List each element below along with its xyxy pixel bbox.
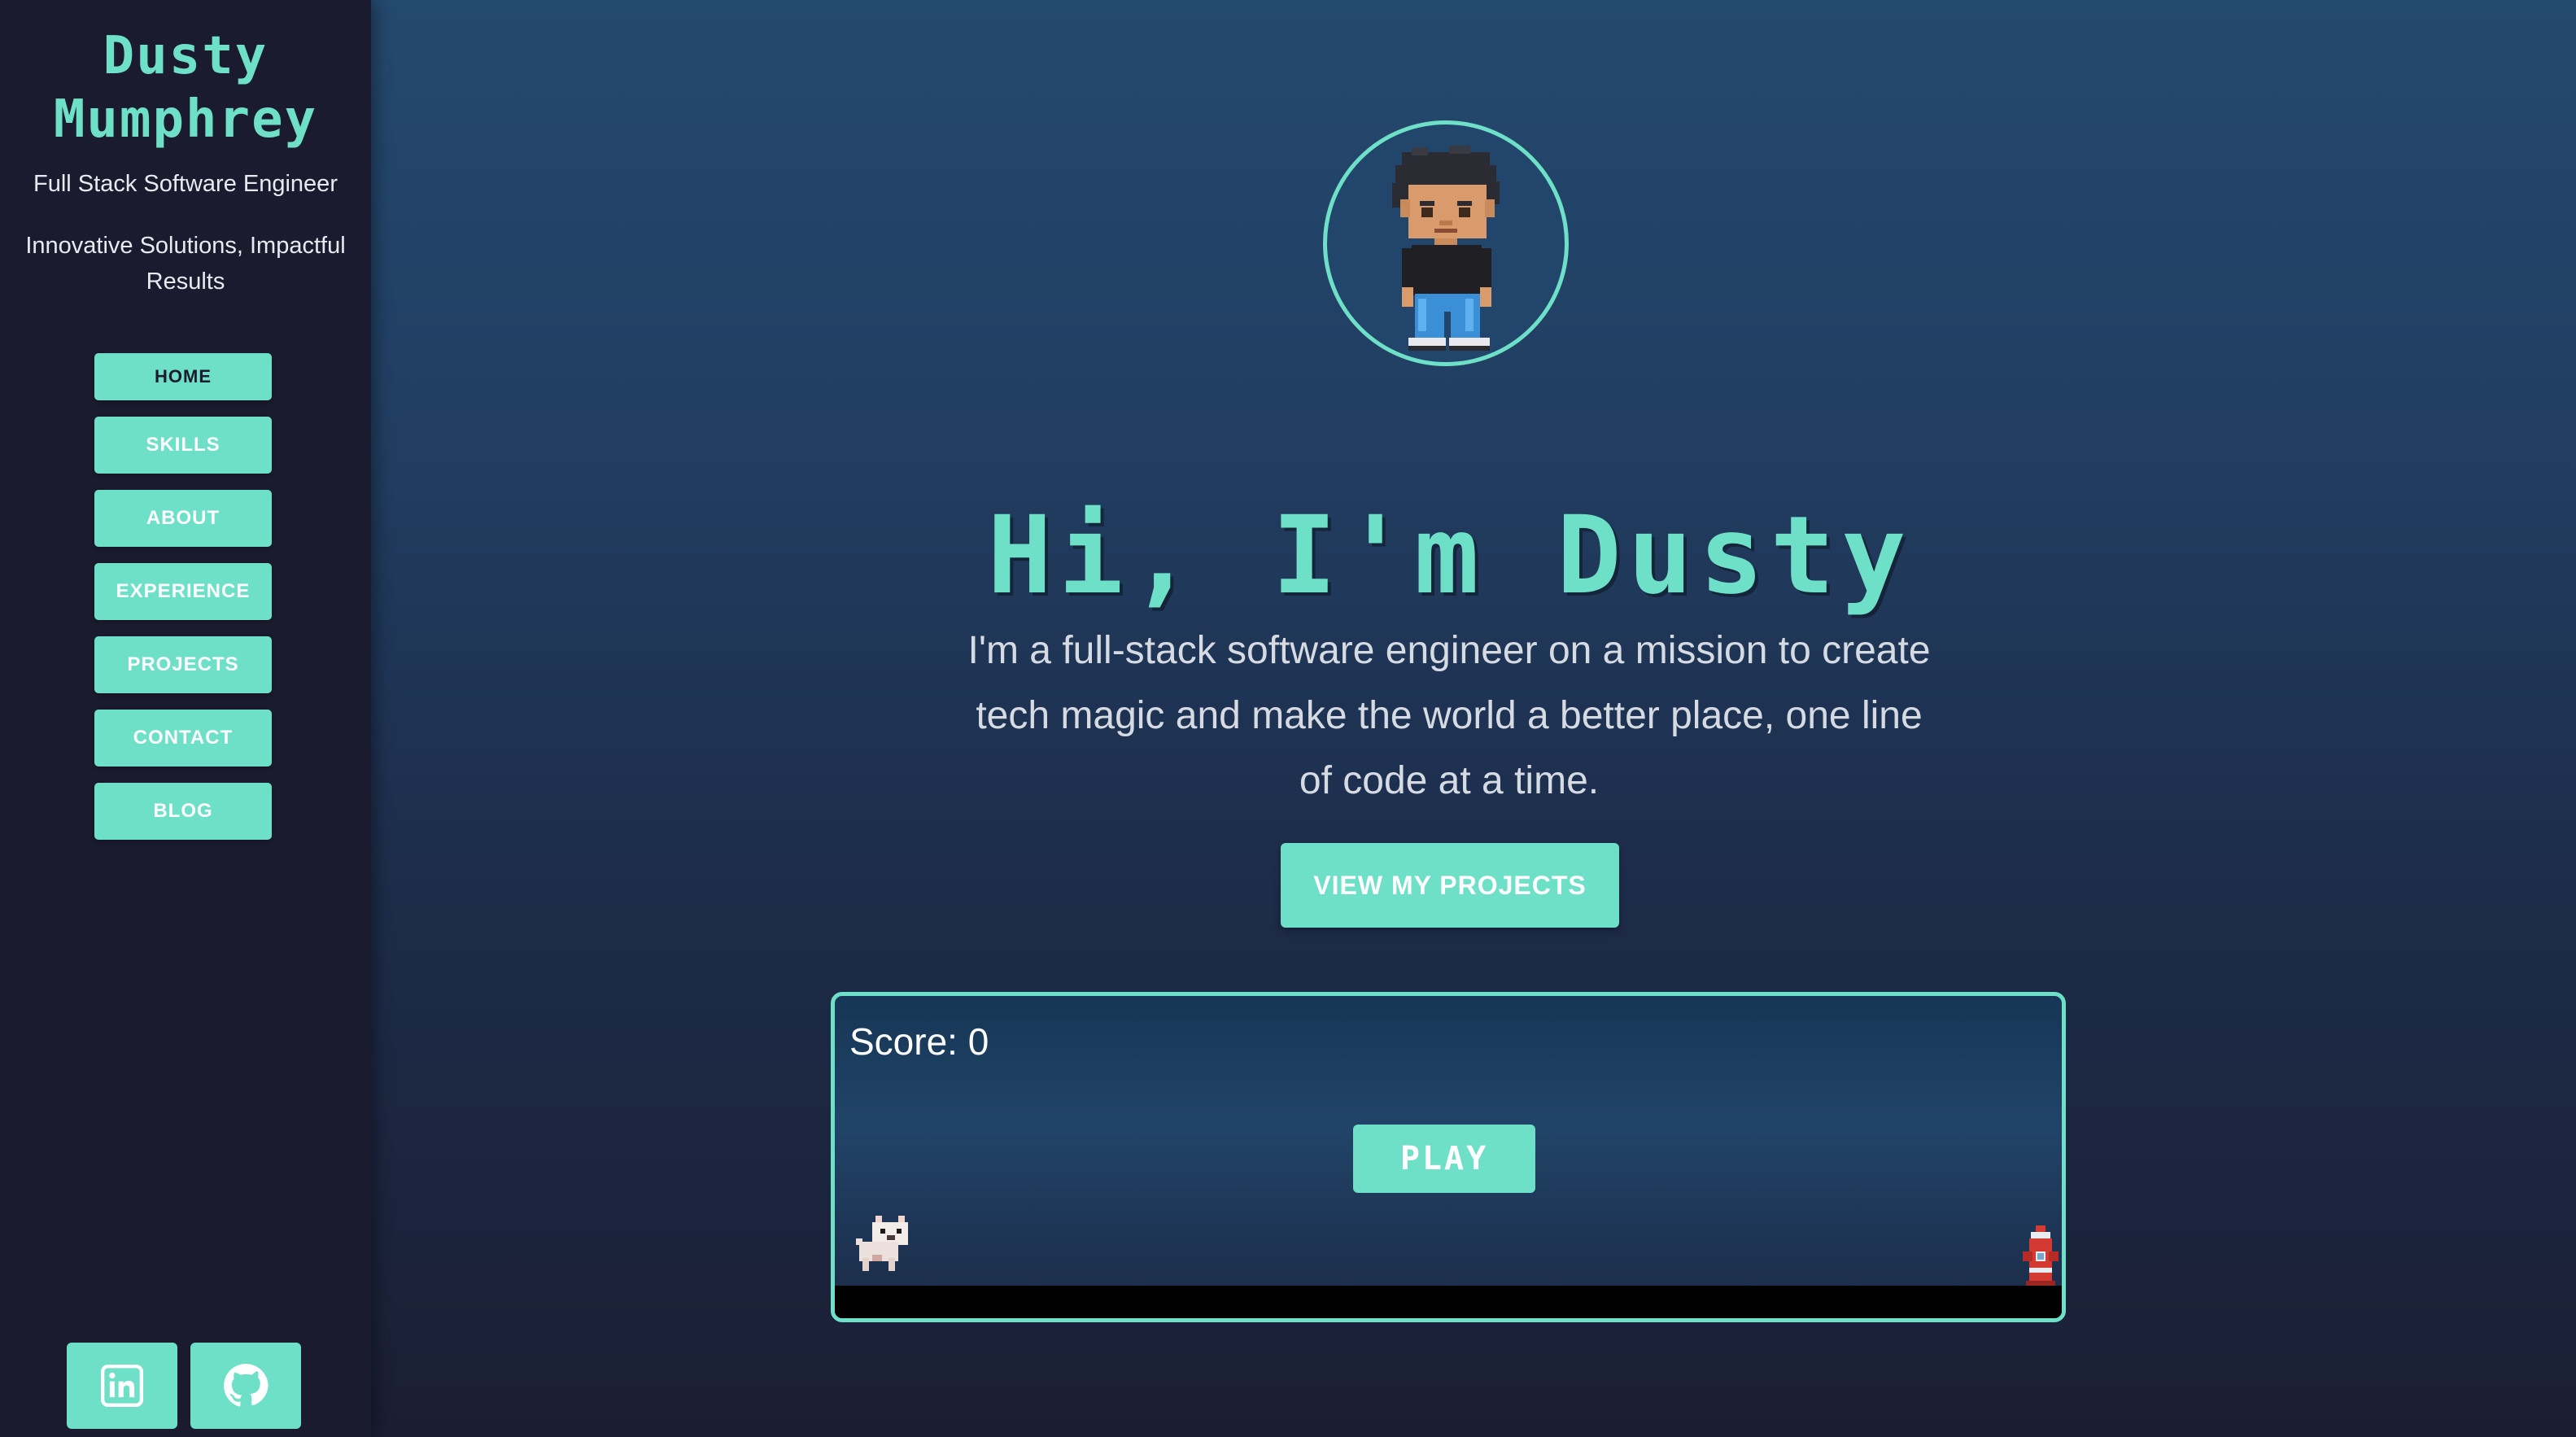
nav-projects-button[interactable]: PROJECTS [94,636,272,693]
view-projects-button[interactable]: VIEW MY PROJECTS [1281,843,1619,928]
nav-home-button[interactable]: HOME [94,353,272,400]
github-button[interactable] [190,1343,301,1429]
hero-intro: I'm a full-stack software engineer on a … [967,629,1931,802]
site-name-first: Dusty [103,26,269,86]
hero-title: Hi, I'm Dusty [987,493,1913,619]
role-text: Full Stack Software Engineer [33,171,338,197]
linkedin-button[interactable] [67,1343,177,1429]
nav-experience-button[interactable]: EXPERIENCE [94,563,272,620]
pixel-character-avatar [1392,146,1500,351]
play-button[interactable]: PLAY [1353,1125,1535,1193]
game-ground [835,1286,2062,1318]
nav-blog-button[interactable]: BLOG [94,783,272,840]
game-canvas[interactable]: Score: 0 PLAY [831,992,2066,1322]
github-icon [224,1364,269,1407]
portfolio-page: Dusty Mumphrey Full Stack Software Engin… [0,0,2576,1437]
main-content: Hi, I'm Dusty I'm a full-stack software … [371,0,2576,1437]
sidebar: Dusty Mumphrey Full Stack Software Engin… [0,0,371,1437]
score-value: 0 [967,1020,989,1063]
linkedin-icon [101,1365,143,1407]
site-name[interactable]: Dusty Mumphrey [0,24,371,151]
game-score: Score: 0 [849,1020,989,1063]
avatar [1323,120,1569,366]
motto-text: Innovative Solutions, Impactful Results [25,233,346,295]
nav-contact-button[interactable]: CONTACT [94,710,272,767]
fire-hydrant-icon [2023,1225,2059,1291]
nav-about-button[interactable]: ABOUT [94,490,272,547]
score-label: Score: [849,1020,958,1063]
site-name-last: Mumphrey [53,90,318,150]
sidebar-nav: HOME SKILLS ABOUT EXPERIENCE PROJECTS CO… [94,353,273,856]
pixel-dog-icon [856,1216,908,1271]
nav-skills-button[interactable]: SKILLS [94,417,272,474]
